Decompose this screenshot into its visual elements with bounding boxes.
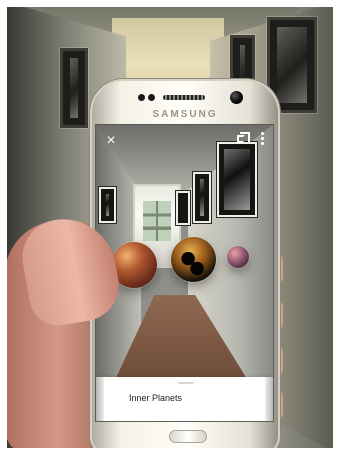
more-options-dot — [261, 137, 264, 140]
left-wall-picture-frame — [60, 48, 88, 128]
bottom-sheet-title: Inner Planets — [129, 393, 183, 403]
ar-camera-screen[interactable]: × Inner Planets — [96, 125, 273, 421]
share-icon[interactable] — [235, 132, 248, 146]
earth-planet[interactable] — [227, 246, 249, 268]
front-camera-icon — [230, 91, 243, 104]
planet-bottom-sheet[interactable]: Inner Planets — [96, 377, 273, 421]
bottom-sheet-left-edge — [96, 377, 104, 421]
phone-brand-label: SAMSUNG — [152, 109, 218, 120]
more-options-dot — [261, 142, 264, 145]
more-options-dot — [261, 132, 264, 135]
photo-scene: SAMSUNG × Inner Planets — [0, 0, 340, 455]
back-door-window — [143, 201, 171, 241]
close-icon[interactable]: × — [104, 133, 118, 149]
earpiece-speaker — [163, 95, 205, 100]
bottom-sheet-right-edge — [265, 377, 273, 421]
more-options-icon[interactable] — [261, 132, 265, 146]
front-sensor — [138, 94, 145, 101]
screen-large-artwork — [217, 142, 257, 217]
screen-left-artwork — [99, 187, 116, 223]
screen-right-artwork — [193, 172, 211, 223]
screen-center-artwork — [176, 191, 190, 225]
phone-home-button — [169, 430, 207, 443]
front-sensor — [148, 94, 155, 101]
venus-planet[interactable] — [171, 237, 216, 282]
bottom-sheet-handle[interactable] — [178, 382, 194, 384]
